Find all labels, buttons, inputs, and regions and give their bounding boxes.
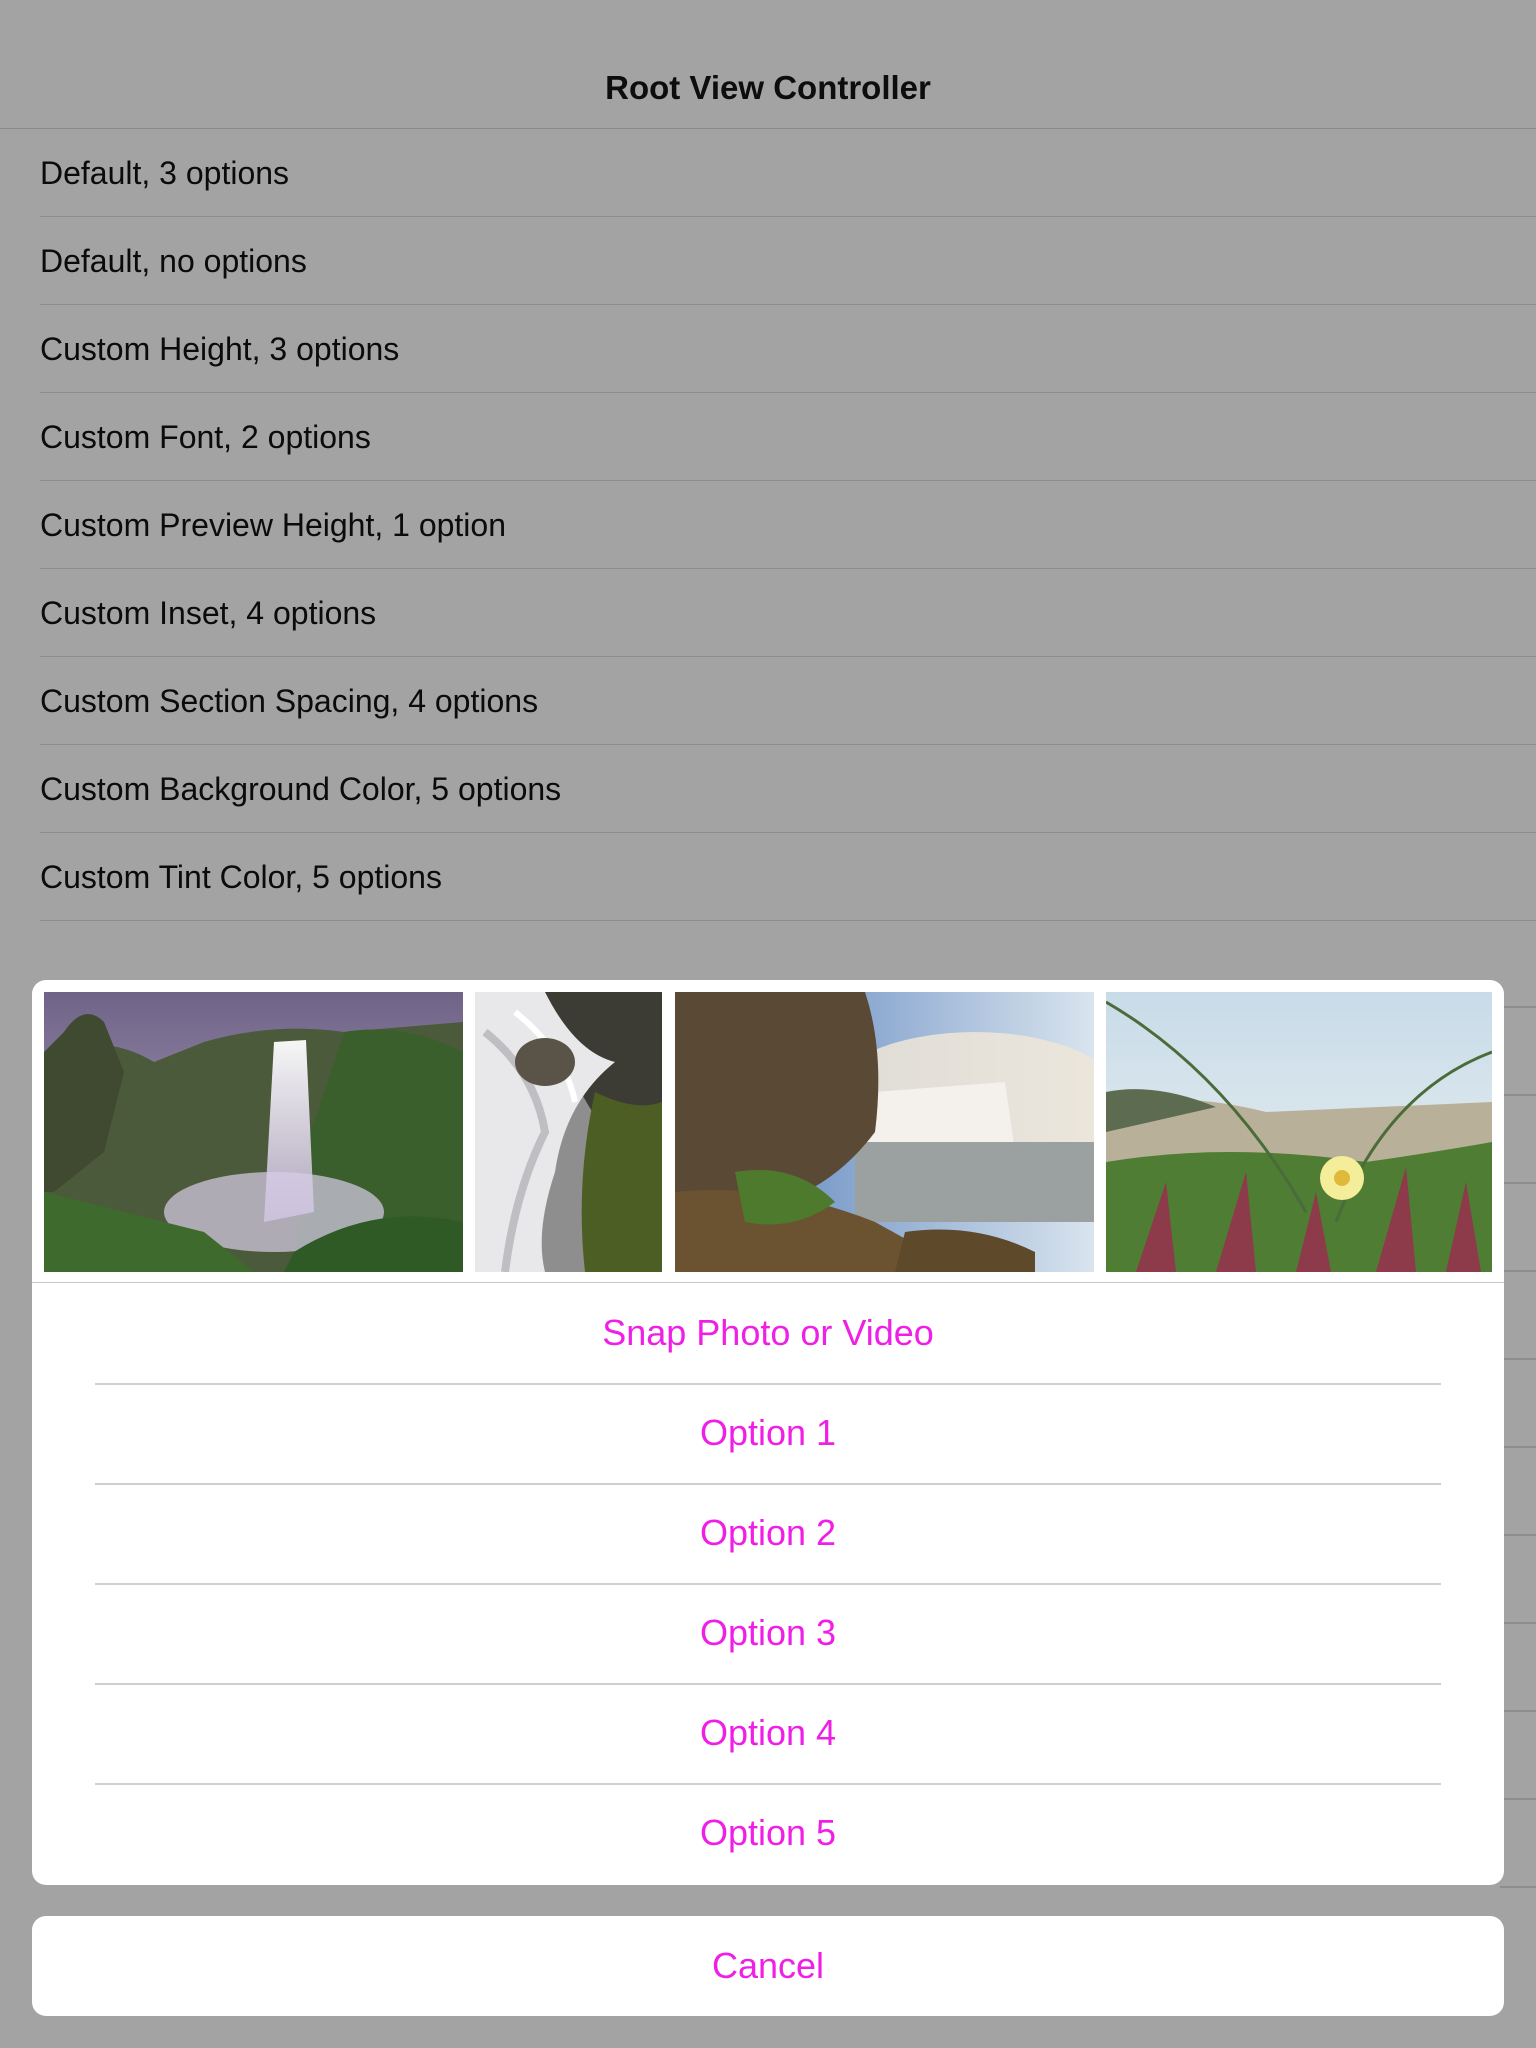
cancel-label: Cancel [711,1945,825,1986]
list-item-label: Custom Inset, 4 options [40,594,377,631]
option-label: Snap Photo or Video [602,1312,934,1353]
list-item-label: Custom Preview Height, 1 option [40,506,506,543]
option-label: Option 5 [699,1812,837,1853]
list-item-custom-inset[interactable]: Custom Inset, 4 options [0,569,1536,657]
page-title: Root View Controller [605,69,931,106]
list-item-label: Custom Background Color, 5 options [40,770,562,807]
preview-photo-waterfall-cliff[interactable] [44,992,463,1272]
list-item-label: Custom Section Spacing, 4 options [40,682,539,719]
action-sheet-options: Snap Photo or Video Option 1 Option 2 Op… [32,1283,1504,1883]
preview-photo-beach-flower[interactable] [1106,992,1492,1272]
action-sheet: Snap Photo or Video Option 1 Option 2 Op… [32,980,1504,1885]
list-item-label: Default, 3 options [40,154,290,191]
list-item-default-none[interactable]: Default, no options [0,217,1536,305]
option-3-button[interactable]: Option 3 [32,1583,1504,1683]
background-separator [1500,1182,1536,1184]
options-list: Default, 3 options Default, no options C… [0,129,1536,921]
option-label: Option 3 [699,1612,837,1653]
option-label: Option 1 [699,1412,837,1453]
list-item-custom-preview-height[interactable]: Custom Preview Height, 1 option [0,481,1536,569]
list-item-custom-background-color[interactable]: Custom Background Color, 5 options [0,745,1536,833]
app-screen: Root View Controller Default, 3 options … [0,0,1536,2048]
background-separator [1500,1270,1536,1272]
image-preview-strip [32,980,1504,1283]
option-label: Option 2 [699,1512,837,1553]
option-2-button[interactable]: Option 2 [32,1483,1504,1583]
list-item-label: Custom Font, 2 options [40,418,371,455]
preview-photo-misty-waterfall[interactable] [675,992,1094,1272]
snap-photo-or-video-button[interactable]: Snap Photo or Video [32,1283,1504,1383]
background-separator [1500,1622,1536,1624]
background-separator [1500,1886,1536,1888]
list-item-custom-font[interactable]: Custom Font, 2 options [0,393,1536,481]
option-4-button[interactable]: Option 4 [32,1683,1504,1783]
option-1-button[interactable]: Option 1 [32,1383,1504,1483]
list-item-label: Custom Tint Color, 5 options [40,858,442,895]
cancel-button[interactable]: Cancel [32,1916,1504,2016]
navigation-bar: Root View Controller [0,0,1536,129]
background-separator [1500,1710,1536,1712]
background-separator [1500,1798,1536,1800]
waterfall-cliff-image [44,992,463,1272]
list-item-default-3[interactable]: Default, 3 options [0,129,1536,217]
beach-flower-image [1106,992,1492,1272]
list-item-custom-section-spacing[interactable]: Custom Section Spacing, 4 options [0,657,1536,745]
misty-waterfall-image [675,992,1094,1272]
cascade-rocks-image [475,992,662,1272]
list-item-custom-height[interactable]: Custom Height, 3 options [0,305,1536,393]
background-separator [1500,1446,1536,1448]
background-separator [1500,1358,1536,1360]
list-item-label: Custom Height, 3 options [40,330,400,367]
background-separator [1500,1534,1536,1536]
option-label: Option 4 [699,1712,837,1753]
background-separator [1500,1006,1536,1008]
option-5-button[interactable]: Option 5 [32,1783,1504,1883]
list-item-label: Default, no options [40,242,307,279]
background-separator [1500,1094,1536,1096]
list-item-custom-tint-color[interactable]: Custom Tint Color, 5 options [0,833,1536,921]
preview-photo-cascade-rocks[interactable] [475,992,662,1272]
